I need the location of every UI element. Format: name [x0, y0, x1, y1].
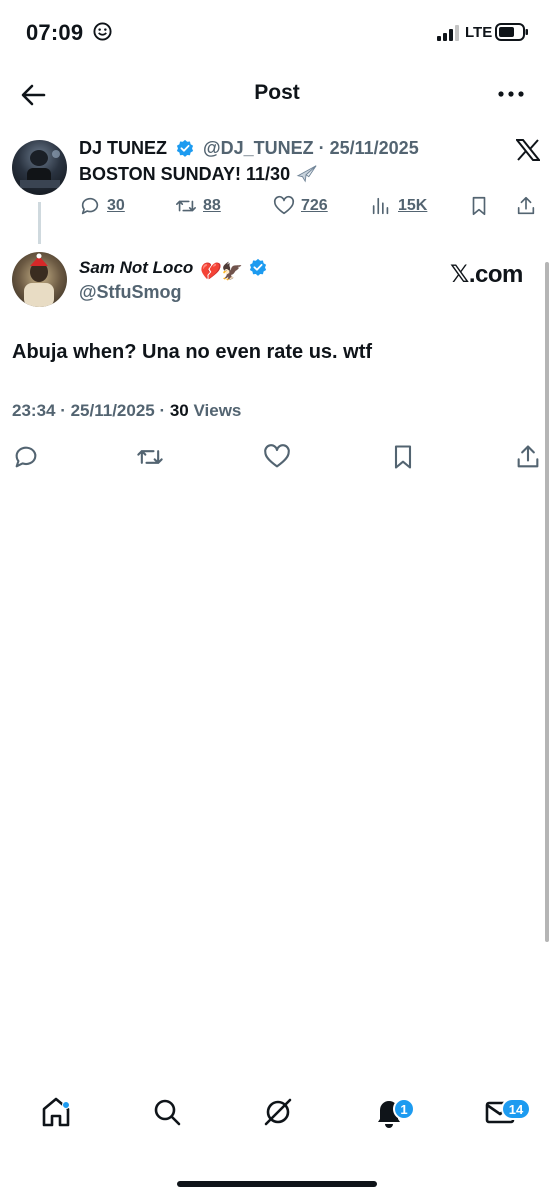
- notifications-badge: 1: [393, 1098, 415, 1120]
- parent-reply-count[interactable]: 30: [79, 195, 125, 217]
- reply-author-row[interactable]: Sam Not Loco 💔🦅: [79, 258, 271, 282]
- parent-metrics-bar: 30 88 726 15K: [0, 195, 554, 219]
- x-logo-icon: [516, 139, 540, 161]
- reply-author-handle[interactable]: @StfuSmog: [79, 282, 182, 303]
- repost-button[interactable]: [136, 443, 164, 471]
- verified-badge-icon: [250, 258, 267, 276]
- share-button[interactable]: [514, 443, 542, 471]
- parent-tweet-text-content: BOSTON SUNDAY! 11/30: [79, 164, 291, 184]
- share-icon: [517, 196, 535, 215]
- messages-badge: 14: [501, 1098, 531, 1120]
- reply-tweet-text: Abuja when? Una no even rate us. wtf: [12, 341, 373, 363]
- status-time: 07:09: [26, 20, 84, 45]
- view-count: 15K: [398, 197, 428, 214]
- reply-count: 30: [107, 197, 125, 214]
- parent-handle-date: @DJ_TUNEZ · 25/11/2025: [203, 138, 419, 158]
- repost-count: 88: [203, 197, 221, 214]
- parent-bookmark-button[interactable]: [468, 195, 490, 217]
- smiley-icon: [93, 22, 112, 41]
- parent-author-row: DJ TUNEZ @DJ_TUNEZ · 25/11/2025: [79, 138, 419, 162]
- signal-icon: [437, 25, 459, 41]
- reply-author-name: Sam Not Loco: [79, 258, 194, 277]
- reply-meta: 23:34 · 25/11/2025 · 30 Views: [12, 401, 241, 421]
- status-bar: 07:09 LTE: [0, 0, 554, 66]
- avatar-sam-not-loco[interactable]: [12, 252, 67, 307]
- like-count: 726: [301, 197, 328, 214]
- reply-views-label: Views: [188, 401, 242, 420]
- nav-grok-icon[interactable]: [261, 1095, 295, 1129]
- bookmark-icon: [472, 196, 486, 216]
- nav-home-icon[interactable]: [39, 1095, 73, 1129]
- reply-actions-bar: [0, 443, 554, 471]
- parent-author-name[interactable]: DJ TUNEZ: [79, 138, 167, 158]
- battery-icon: [495, 23, 528, 41]
- reply-time-date: 23:34 · 25/11/2025 ·: [12, 401, 170, 420]
- parent-share-button[interactable]: [515, 195, 537, 217]
- reply-author-emoji: 💔🦅: [198, 262, 241, 281]
- nav-search-icon[interactable]: [150, 1095, 184, 1129]
- repost-icon: [176, 200, 196, 212]
- views-icon: [372, 197, 389, 215]
- verified-badge-icon: [176, 139, 194, 157]
- reply-button[interactable]: [12, 443, 40, 471]
- page-title: Post: [254, 81, 300, 104]
- network-type: LTE: [465, 24, 493, 41]
- parent-like-count[interactable]: 726: [273, 195, 328, 217]
- parent-tweet-text: BOSTON SUNDAY! 11/30: [79, 163, 318, 185]
- scrollbar[interactable]: [545, 262, 549, 942]
- sam-photo-icon: [24, 253, 54, 307]
- avatar-dj-tunez[interactable]: [12, 140, 67, 195]
- airplane-emoji-icon: [296, 165, 317, 183]
- home-indicator[interactable]: [177, 1181, 377, 1187]
- x-com-watermark: 𝕏.com: [450, 261, 523, 288]
- reply-icon: [81, 197, 99, 215]
- parent-repost-count[interactable]: 88: [175, 195, 221, 217]
- reply-views-count: 30: [169, 401, 189, 420]
- heart-icon: [273, 195, 295, 215]
- more-options-button[interactable]: [497, 83, 525, 105]
- bookmark-button[interactable]: [389, 443, 417, 471]
- home-unread-dot: [62, 1101, 70, 1109]
- parent-view-count[interactable]: 15K: [370, 195, 427, 217]
- bottom-nav: [0, 1095, 554, 1145]
- like-button[interactable]: [263, 443, 291, 471]
- dj-photo-icon: [20, 150, 60, 188]
- header: Post: [0, 70, 554, 120]
